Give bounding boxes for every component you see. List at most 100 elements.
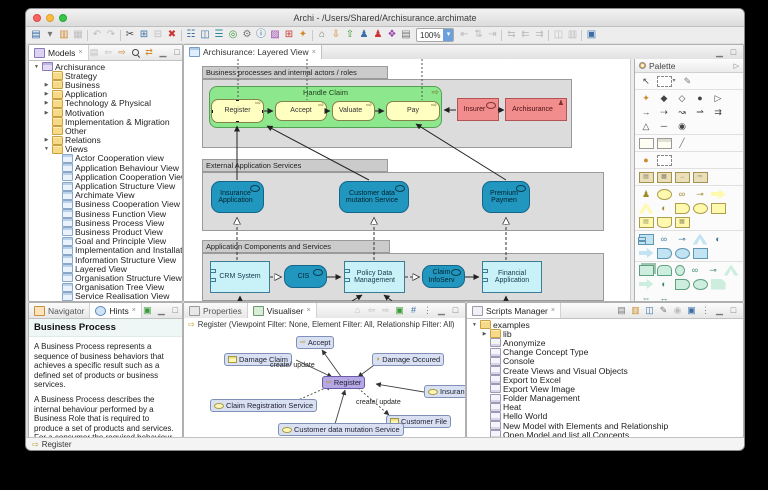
- palette-tool[interactable]: ⇨: [693, 172, 708, 183]
- toolbar-icon[interactable]: [501, 30, 502, 41]
- panel-toolbar-icon[interactable]: #: [408, 305, 419, 316]
- tree-item[interactable]: Service Realisation View: [29, 292, 182, 301]
- panel-toolbar-icon[interactable]: ▥: [630, 305, 641, 316]
- panel-toolbar-icon[interactable]: ⇨: [117, 47, 128, 58]
- group-external-app-services[interactable]: External Application Services: [202, 159, 388, 172]
- palette-tool[interactable]: ⊸: [693, 189, 708, 200]
- toolbar-icon[interactable]: ◎: [226, 28, 240, 42]
- palette-tool[interactable]: [724, 265, 739, 276]
- palette-tool[interactable]: ✦: [639, 93, 654, 104]
- toolbar-icon[interactable]: ☰: [212, 28, 226, 42]
- panel-toolbar-icon[interactable]: ⇄: [144, 47, 155, 58]
- palette-tool[interactable]: ◉: [675, 121, 690, 132]
- element-pay[interactable]: Pay ⇨: [386, 101, 440, 121]
- toolbar-icon[interactable]: ⇤: [457, 28, 471, 42]
- expand-arrow-icon[interactable]: [481, 331, 488, 337]
- toolbar-icon[interactable]: [87, 30, 88, 41]
- palette-tool[interactable]: ∞: [657, 234, 672, 245]
- toolbar-icon[interactable]: ▤: [29, 28, 43, 42]
- palette-tool[interactable]: ⊸: [675, 234, 690, 245]
- palette-tool[interactable]: ✎: [680, 76, 695, 87]
- toolbar-icon[interactable]: ⇅: [471, 28, 485, 42]
- panel-toolbar-icon[interactable]: ⇨: [380, 305, 391, 316]
- toolbar-icon[interactable]: ♟: [357, 28, 371, 42]
- palette-tool[interactable]: ●: [693, 93, 708, 104]
- tree-item[interactable]: Relations: [29, 136, 182, 145]
- selection-handle[interactable]: [211, 99, 213, 101]
- toolbar-icon[interactable]: ⇥: [485, 28, 499, 42]
- panel-toolbar-icon[interactable]: □: [728, 305, 739, 316]
- palette-tool[interactable]: [639, 234, 654, 245]
- tree-item[interactable]: Archisurance: [29, 62, 182, 71]
- expand-arrow-icon[interactable]: [43, 110, 50, 116]
- toolbar-icon[interactable]: ⌂: [315, 28, 329, 42]
- palette-tool[interactable]: [657, 76, 672, 87]
- toolbar-icon[interactable]: [312, 30, 313, 41]
- panel-toolbar-icon[interactable]: ▁: [714, 305, 725, 316]
- toolbar-icon[interactable]: ⓘ: [254, 28, 268, 42]
- palette-tool[interactable]: [693, 279, 708, 290]
- palette-tool[interactable]: [657, 189, 672, 200]
- panel-toolbar-icon[interactable]: ⌂: [352, 305, 363, 316]
- element-financial-application[interactable]: Financial Application: [482, 261, 542, 293]
- palette-tool[interactable]: ◐: [711, 234, 726, 245]
- palette-tool[interactable]: [639, 265, 654, 276]
- palette-tool[interactable]: ◆: [657, 93, 672, 104]
- palette-tool[interactable]: [693, 203, 708, 214]
- tab-scripts-manager[interactable]: Scripts Manager ×: [467, 303, 561, 318]
- palette-tool[interactable]: [675, 248, 690, 259]
- toolbar-icon[interactable]: [181, 30, 182, 41]
- tree-item[interactable]: Strategy: [29, 71, 182, 80]
- expand-arrow-icon[interactable]: [43, 100, 50, 106]
- toolbar-icon[interactable]: ⇧: [343, 28, 357, 42]
- toolbar-icon[interactable]: ▥: [565, 28, 579, 42]
- toolbar-icon[interactable]: ↷: [104, 28, 118, 42]
- palette-header[interactable]: Palette ▷: [635, 59, 743, 73]
- palette-tool[interactable]: [639, 279, 654, 290]
- panel-toolbar-icon[interactable]: ▤: [89, 47, 100, 58]
- palette-tool[interactable]: [639, 203, 654, 214]
- palette-tool[interactable]: ▤: [639, 217, 654, 228]
- palette-tool[interactable]: ▾: [671, 76, 677, 87]
- collapse-palette-icon[interactable]: ▷: [734, 62, 739, 70]
- palette-tool[interactable]: ↝: [675, 107, 690, 118]
- palette-tool[interactable]: ⇀: [693, 107, 708, 118]
- panel-toolbar-icon[interactable]: □: [172, 47, 183, 58]
- palette-tool[interactable]: [657, 217, 672, 228]
- selection-handle[interactable]: [262, 110, 264, 113]
- palette-tool[interactable]: △: [639, 121, 654, 132]
- toolbar-icon[interactable]: [120, 30, 121, 41]
- palette-tool[interactable]: [693, 234, 708, 245]
- palette-tool[interactable]: [675, 265, 685, 276]
- close-icon[interactable]: ×: [306, 307, 310, 314]
- panel-toolbar-icon[interactable]: ⇦: [103, 47, 114, 58]
- toolbar-icon[interactable]: ▤: [399, 28, 413, 42]
- zoom-level-select[interactable]: 100% ▾: [416, 28, 454, 42]
- tab-properties[interactable]: Properties: [184, 303, 248, 318]
- element-archisurance[interactable]: Archisurance ♟: [505, 98, 567, 121]
- minimize-window-button[interactable]: [46, 14, 54, 22]
- element-customer-data-mutation-service[interactable]: Customer data mutation Service: [339, 181, 409, 213]
- panel-toolbar-icon[interactable]: ▁: [156, 305, 167, 316]
- palette-tool[interactable]: →: [675, 172, 690, 183]
- toolbar-icon[interactable]: ▾: [43, 28, 57, 42]
- toolbar-icon[interactable]: ▨: [268, 28, 282, 42]
- toolbar-icon[interactable]: ✦: [296, 28, 310, 42]
- panel-toolbar-icon[interactable]: ▣: [142, 305, 153, 316]
- palette-tool[interactable]: ─: [657, 121, 672, 132]
- toolbar-icon[interactable]: ▣: [584, 28, 598, 42]
- vis-node-customer-data-mutation-service[interactable]: Customer data mutation Service: [278, 423, 404, 436]
- palette-tool[interactable]: ∞: [688, 265, 703, 276]
- element-premium-payment[interactable]: Premium Paymen: [482, 181, 530, 213]
- palette-tool[interactable]: ∞: [675, 189, 690, 200]
- palette-tool[interactable]: [711, 189, 726, 200]
- panel-toolbar-icon[interactable]: ✎: [658, 305, 669, 316]
- panel-toolbar-icon[interactable]: ◉: [672, 305, 683, 316]
- group-business-processes[interactable]: Business processes and internal actors /…: [202, 66, 388, 79]
- panel-toolbar-icon[interactable]: ▣: [394, 305, 405, 316]
- toolbar-icon[interactable]: ▥: [57, 28, 71, 42]
- palette-tool[interactable]: [711, 203, 726, 214]
- element-valuate[interactable]: Valuate ⇨: [332, 101, 375, 121]
- palette-tool[interactable]: ↔: [657, 293, 672, 303]
- selection-handle[interactable]: [236, 99, 239, 101]
